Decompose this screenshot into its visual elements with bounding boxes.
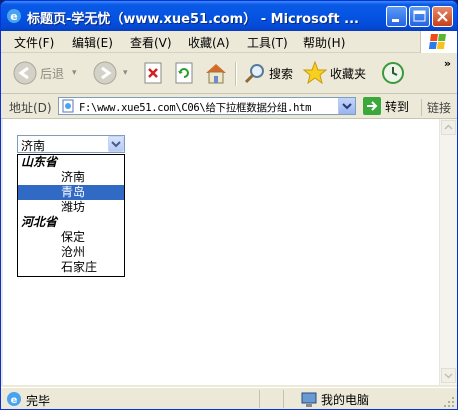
select-option[interactable]: 济南 (18, 170, 124, 185)
select-option[interactable]: 石家庄 (18, 260, 124, 275)
ie-icon: e (7, 392, 21, 406)
maximize-button[interactable] (409, 6, 430, 27)
close-icon (437, 11, 448, 22)
address-dropdown-button[interactable] (338, 98, 355, 114)
resize-grip-icon[interactable] (443, 396, 455, 408)
page-icon (62, 99, 74, 113)
status-divider (283, 390, 284, 408)
home-button[interactable] (204, 61, 228, 85)
menu-view[interactable]: 查看(V) (130, 34, 172, 51)
forward-icon (93, 61, 117, 85)
address-url[interactable]: F:\www.xue51.com\C06\给下拉框数据分组.htm (79, 100, 311, 115)
chevron-down-icon (342, 103, 352, 110)
menu-file[interactable]: 文件(F) (14, 34, 54, 51)
back-dropdown-icon[interactable]: ▾ (72, 68, 77, 78)
toolbar: 后退 ▾ ▾ 搜索 收藏夹 » (1, 53, 457, 94)
svg-text:e: e (10, 10, 17, 23)
go-label: 转到 (385, 99, 410, 114)
computer-icon (301, 392, 317, 407)
links-button[interactable]: 链接 (421, 99, 451, 116)
status-text: 完毕 (26, 394, 51, 408)
search-label: 搜索 (269, 66, 294, 81)
close-button[interactable] (432, 6, 453, 27)
go-button[interactable]: 转到 (363, 97, 409, 115)
select-option[interactable]: 沧州 (18, 245, 124, 260)
favorites-star-icon (303, 61, 327, 85)
minimize-button[interactable] (386, 6, 407, 27)
favorites-button[interactable]: 收藏夹 (303, 61, 366, 85)
menu-tools[interactable]: 工具(T) (247, 34, 288, 51)
window-title: 标题页-学无忧（www.xue51.com） - Microsoft ... (27, 12, 359, 27)
page-content: 济南 山东省 济南 青岛 潍坊 河北省 保定 沧州 石家庄 (3, 119, 439, 385)
security-zone: 我的电脑 (301, 391, 369, 408)
forward-button[interactable]: ▾ (93, 61, 128, 85)
history-button[interactable] (381, 61, 405, 85)
menu-help[interactable]: 帮助(H) (303, 34, 345, 51)
maximize-icon (413, 10, 426, 22)
search-icon (244, 64, 264, 84)
select-dropdown-button[interactable] (108, 136, 124, 152)
chevron-down-icon (111, 141, 121, 148)
select-dropdown-list: 山东省 济南 青岛 潍坊 河北省 保定 沧州 石家庄 (17, 154, 125, 277)
refresh-icon (175, 62, 193, 84)
status-divider (259, 390, 260, 408)
refresh-button[interactable] (174, 61, 194, 85)
status-bar: e 完毕 我的电脑 (1, 387, 457, 409)
windows-logo-icon (420, 31, 457, 53)
menu-edit[interactable]: 编辑(E) (72, 34, 113, 51)
title-bar[interactable]: e 标题页-学无忧（www.xue51.com） - Microsoft ... (1, 1, 457, 31)
svg-text:e: e (11, 395, 18, 406)
select-option[interactable]: 潍坊 (18, 200, 124, 215)
stop-button[interactable] (143, 61, 163, 85)
browser-window: e 标题页-学无忧（www.xue51.com） - Microsoft ...… (0, 0, 458, 410)
select-option[interactable]: 保定 (18, 230, 124, 245)
select-value: 济南 (21, 139, 46, 153)
optgroup-label: 河北省 (21, 215, 58, 229)
favorites-label: 收藏夹 (330, 66, 367, 81)
vertical-scrollbar[interactable] (439, 119, 457, 385)
forward-dropdown-icon[interactable]: ▾ (123, 68, 128, 78)
history-icon (382, 62, 404, 84)
go-arrow-icon (363, 97, 381, 115)
minimize-icon (392, 19, 399, 22)
select-option-highlighted[interactable]: 青岛 (18, 185, 124, 200)
scroll-up-button[interactable] (441, 120, 456, 135)
stop-icon (144, 62, 162, 84)
back-button[interactable]: 后退 ▾ (13, 61, 77, 85)
ie-icon: e (6, 8, 22, 24)
scroll-down-button[interactable] (441, 368, 456, 383)
menu-favorites[interactable]: 收藏(A) (188, 34, 230, 51)
home-icon (206, 64, 226, 84)
city-select[interactable]: 济南 (17, 135, 125, 153)
address-label: 地址(D) (9, 101, 52, 115)
toolbar-more-chevron[interactable]: » (444, 57, 451, 70)
toolbar-separator (235, 62, 237, 86)
zone-label: 我的电脑 (321, 393, 370, 407)
chevron-up-icon (444, 124, 453, 130)
address-bar: 地址(D) F:\www.xue51.com\C06\给下拉框数据分组.htm … (1, 94, 457, 119)
back-label: 后退 (40, 66, 65, 81)
search-button[interactable]: 搜索 (244, 61, 293, 85)
chevron-down-icon (444, 373, 453, 379)
optgroup-label: 山东省 (21, 155, 58, 169)
menu-bar: 文件(F) 编辑(E) 查看(V) 收藏(A) 工具(T) 帮助(H) (1, 31, 457, 53)
address-field[interactable]: F:\www.xue51.com\C06\给下拉框数据分组.htm (58, 97, 356, 115)
back-icon (13, 61, 37, 85)
